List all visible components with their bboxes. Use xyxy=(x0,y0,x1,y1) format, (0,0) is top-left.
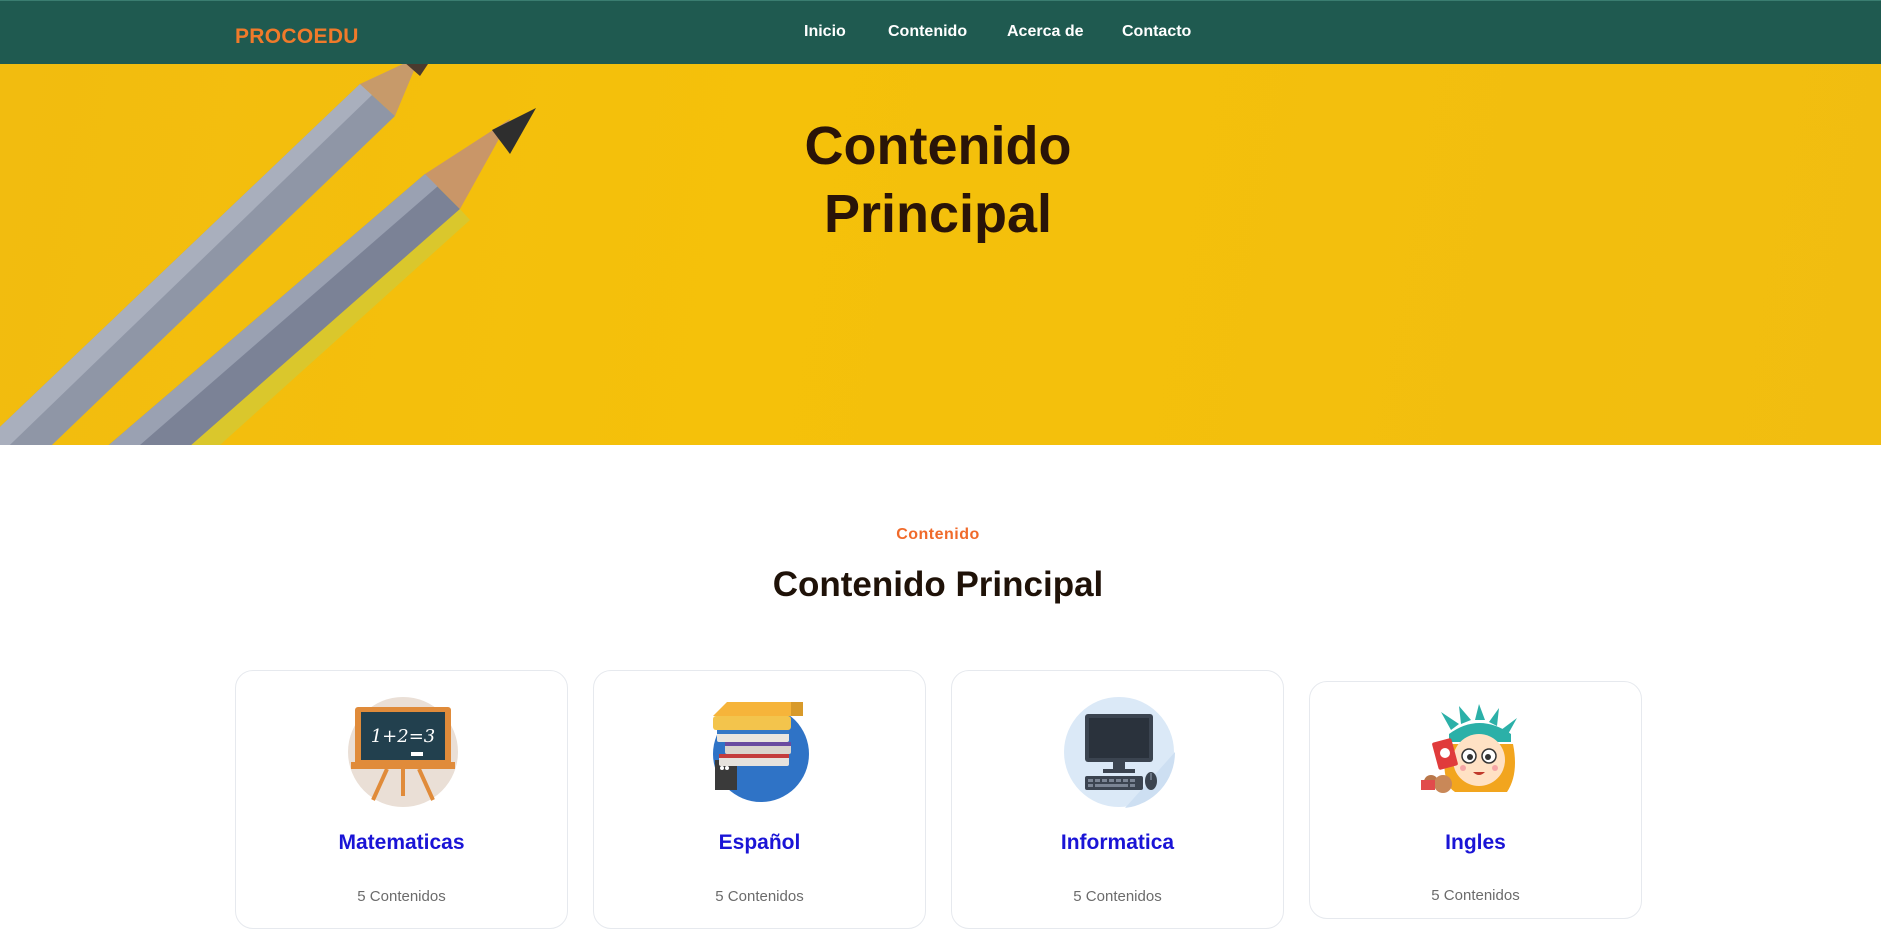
nav-link-contacto[interactable]: Contacto xyxy=(1122,23,1191,41)
chalkboard-icon: 1+2=3 xyxy=(348,697,458,807)
card-count: 5 Contenidos xyxy=(1073,888,1162,905)
card-count: 5 Contenidos xyxy=(357,888,446,905)
card-count: 5 Contenidos xyxy=(1431,887,1520,904)
nav-links: Inicio Contenido Acerca de Contacto xyxy=(0,23,1881,47)
computer-icon xyxy=(1064,697,1175,808)
card-title[interactable]: Ingles xyxy=(1310,831,1641,855)
hero-title-line1: Contenido xyxy=(804,116,1072,176)
liberty-girl-icon xyxy=(1421,704,1517,793)
hero-title: Contenido Principal xyxy=(0,112,1876,248)
card-count: 5 Contenidos xyxy=(715,888,804,905)
section-kicker: Contenido xyxy=(896,526,980,543)
subject-card-espanol[interactable]: Español 5 Contenidos xyxy=(593,670,926,929)
subject-card-informatica[interactable]: Informatica 5 Contenidos xyxy=(951,670,1284,929)
hero-title-line2: Principal xyxy=(823,184,1053,244)
books-icon xyxy=(713,702,809,802)
card-title[interactable]: Informatica xyxy=(952,831,1283,855)
card-title[interactable]: Español xyxy=(594,831,925,855)
blackboard-text: 1+2=3 xyxy=(371,726,436,747)
nav-link-inicio[interactable]: Inicio xyxy=(804,23,846,41)
nav-link-acerca-de[interactable]: Acerca de xyxy=(1007,23,1084,41)
top-navbar: PROCOEDU Inicio Contenido Acerca de Cont… xyxy=(0,0,1881,64)
subject-card-ingles[interactable]: Ingles 5 Contenidos xyxy=(1309,681,1642,919)
hero-banner: Contenido Principal xyxy=(0,64,1881,445)
subject-card-matematicas[interactable]: 1+2=3 Matematicas 5 Contenidos xyxy=(235,670,568,929)
section-title: Contenido Principal xyxy=(772,565,1104,604)
card-title[interactable]: Matematicas xyxy=(236,831,567,855)
nav-link-contenido[interactable]: Contenido xyxy=(888,23,967,41)
